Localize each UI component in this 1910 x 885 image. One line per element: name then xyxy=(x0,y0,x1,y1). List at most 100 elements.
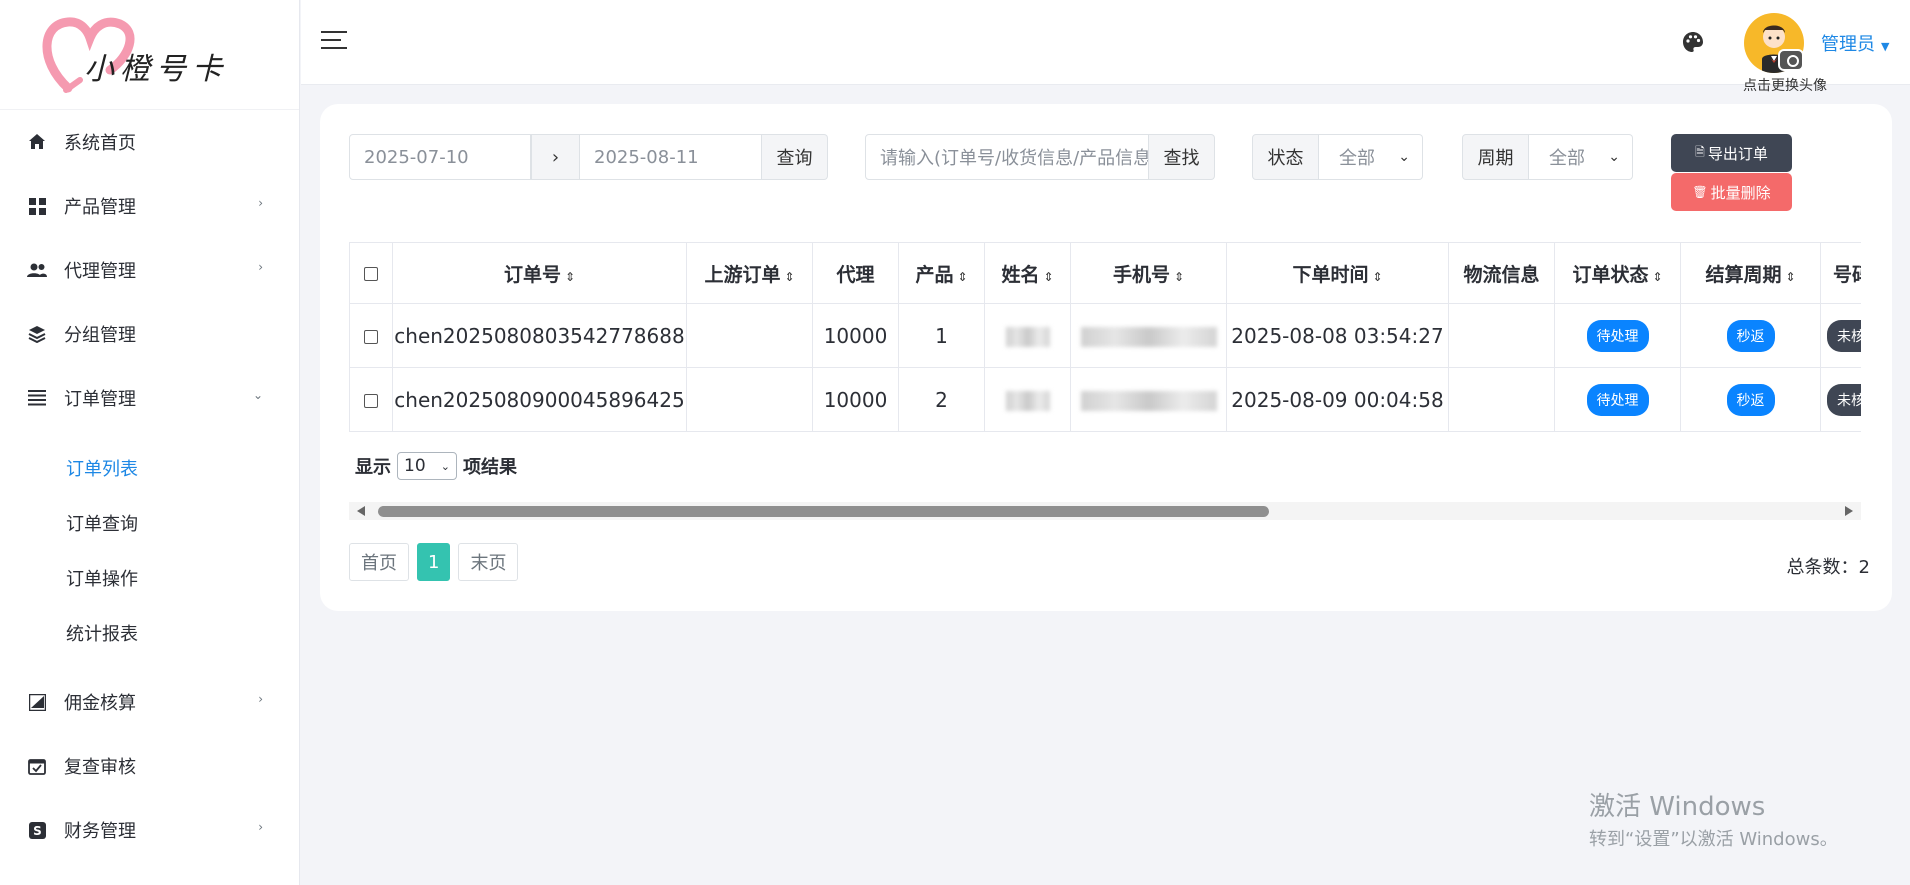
sidebar-subitem-statistics[interactable]: 统计报表 xyxy=(0,605,299,660)
redacted-phone xyxy=(1080,391,1217,411)
status-badge: 待处理 xyxy=(1586,319,1649,352)
date-to-input[interactable]: 2025-08-11 xyxy=(580,134,762,180)
camera-icon[interactable] xyxy=(1778,49,1804,71)
column-header-label: 手机号 xyxy=(1112,263,1170,286)
search-button[interactable]: 查找 xyxy=(1149,134,1215,180)
cycle-badge: 秒返 xyxy=(1726,383,1775,416)
watermark-title: 激活 Windows xyxy=(1589,792,1766,822)
row-checkbox[interactable] xyxy=(364,330,378,344)
column-header-logistics[interactable]: 物流信息 xyxy=(1448,242,1555,304)
logistics-cell xyxy=(1448,303,1555,368)
calendar-check-icon xyxy=(26,755,48,777)
number-badge: 未核实 xyxy=(1827,383,1861,416)
column-header-label: 订单号 xyxy=(503,263,561,286)
sort-icon: ⇕ xyxy=(1652,269,1663,284)
sort-icon: ⇕ xyxy=(1372,269,1383,284)
page-current-button[interactable]: 1 xyxy=(417,543,451,581)
column-header-label: 代理 xyxy=(836,263,875,286)
column-header-phone[interactable]: 手机号 ⇕ xyxy=(1070,242,1227,304)
column-header-number[interactable]: 号码 xyxy=(1820,242,1861,304)
column-header-label: 结算周期 xyxy=(1705,263,1782,286)
sort-icon: ⇕ xyxy=(564,269,576,284)
sidebar: 小橙号卡 系统首页 产品管理 › 代理管理 › 分组管理 订单管理 ⌄ 订单列表… xyxy=(0,0,300,885)
period-select[interactable]: 全部 ⌄ xyxy=(1529,134,1633,180)
show-label: 显示 xyxy=(355,457,391,478)
palette-icon[interactable] xyxy=(1681,30,1705,54)
chevron-right-icon: › xyxy=(258,196,263,210)
horizontal-scrollbar[interactable] xyxy=(349,502,1861,520)
column-header-cycle[interactable]: 结算周期 ⇕ xyxy=(1680,242,1821,304)
svg-text:S: S xyxy=(33,824,42,838)
chevron-down-icon: ⌄ xyxy=(1398,149,1410,165)
sidebar-item-home[interactable]: 系统首页 xyxy=(0,110,299,174)
sidebar-item-commission[interactable]: 佣金核算 › xyxy=(0,670,299,734)
user-name: 管理员 xyxy=(1821,34,1875,55)
column-header-agent[interactable]: 代理 xyxy=(812,242,899,304)
page-length-select[interactable]: 10 ⌄ xyxy=(397,452,457,480)
table-row[interactable]: chen2025080900045896425 10000 2 2025-08-… xyxy=(349,367,1861,432)
sidebar-subitem-order-query[interactable]: 订单查询 xyxy=(0,495,299,550)
export-orders-button[interactable]: 🗎 导出订单 xyxy=(1671,134,1792,172)
avatar-hint[interactable]: 点击更换头像 xyxy=(1743,75,1827,95)
sidebar-item-orders[interactable]: 订单管理 ⌄ xyxy=(0,366,299,430)
total-count: 总条数：2 xyxy=(1786,557,1870,578)
status-badge: 待处理 xyxy=(1586,383,1649,416)
page-last-button[interactable]: 末页 xyxy=(458,543,519,581)
brand-logo[interactable]: 小橙号卡 xyxy=(0,0,299,110)
agent-cell: 10000 xyxy=(812,303,899,368)
row-checkbox[interactable] xyxy=(364,394,378,408)
phone-cell xyxy=(1070,367,1227,432)
dollar-icon: S xyxy=(26,819,48,841)
sidebar-item-products[interactable]: 产品管理 › xyxy=(0,174,299,238)
order-no-cell: chen2025080900045896425 xyxy=(392,367,687,432)
column-header-name[interactable]: 姓名 ⇕ xyxy=(984,242,1071,304)
cycle-cell: 秒返 xyxy=(1680,303,1821,368)
status-select[interactable]: 全部 ⌄ xyxy=(1319,134,1423,180)
sidebar-item-label: 代理管理 xyxy=(64,261,136,282)
list-icon xyxy=(26,387,48,409)
hamburger-icon[interactable] xyxy=(321,31,347,51)
sidebar-item-review[interactable]: 复查审核 xyxy=(0,734,299,798)
orders-table-wrapper: 订单号 ⇕ 上游订单 ⇕ 代理 产品 ⇕ 姓名 ⇕ 手机号 ⇕ 下单时间 ⇕ 物流信息 订单… xyxy=(349,242,1861,437)
redacted-phone xyxy=(1080,327,1217,347)
query-button[interactable]: 查询 xyxy=(762,134,828,180)
table-row[interactable]: chen2025080803542778688 10000 1 2025-08-… xyxy=(349,303,1861,368)
scrollbar-thumb[interactable] xyxy=(378,506,1269,517)
batch-delete-button[interactable]: 🗑 批量删除 xyxy=(1671,173,1792,211)
sidebar-item-agents[interactable]: 代理管理 › xyxy=(0,238,299,302)
user-menu[interactable]: 管理员 ▼ xyxy=(1821,30,1889,56)
search-input[interactable]: 请输入(订单号/收货信息/产品信息 xyxy=(865,134,1149,180)
date-separator: › xyxy=(531,134,580,180)
page-first-button[interactable]: 首页 xyxy=(349,543,409,581)
results-label: 项结果 xyxy=(463,457,517,478)
column-header-label: 订单状态 xyxy=(1572,263,1649,286)
sidebar-item-label: 订单管理 xyxy=(64,389,136,410)
sidebar-item-groups[interactable]: 分组管理 xyxy=(0,302,299,366)
table-header-row: 订单号 ⇕ 上游订单 ⇕ 代理 产品 ⇕ 姓名 ⇕ 手机号 ⇕ 下单时间 ⇕ 物流信息 订单… xyxy=(349,242,1861,304)
status-filter-group: 状态 全部 ⌄ xyxy=(1252,134,1423,180)
column-header-product[interactable]: 产品 ⇕ xyxy=(898,242,985,304)
sidebar-subitem-order-list[interactable]: 订单列表 xyxy=(0,440,299,495)
users-icon xyxy=(26,259,48,281)
cycle-cell: 秒返 xyxy=(1680,367,1821,432)
status-cell: 待处理 xyxy=(1554,367,1681,432)
order-no-cell: chen2025080803542778688 xyxy=(392,303,687,368)
select-all-checkbox[interactable] xyxy=(364,266,378,281)
file-export-icon: 🗎 xyxy=(1695,144,1705,159)
column-header-status[interactable]: 订单状态 ⇕ xyxy=(1554,242,1681,304)
column-header-order-no[interactable]: 订单号 ⇕ xyxy=(392,242,687,304)
sidebar-subitem-order-operate[interactable]: 订单操作 xyxy=(0,550,299,605)
cycle-badge: 秒返 xyxy=(1726,319,1775,352)
column-header-label: 号码 xyxy=(1833,263,1861,286)
sidebar-item-finance[interactable]: S 财务管理 › xyxy=(0,798,299,862)
agent-cell: 10000 xyxy=(812,367,899,432)
date-from-input[interactable]: 2025-07-10 xyxy=(349,134,531,180)
column-header-label: 姓名 xyxy=(1001,263,1040,286)
brand-name: 小橙号卡 xyxy=(84,52,228,87)
scroll-right-arrow-icon[interactable] xyxy=(1845,506,1853,516)
column-header-order-time[interactable]: 下单时间 ⇕ xyxy=(1226,242,1449,304)
scroll-left-arrow-icon[interactable] xyxy=(357,506,365,516)
page-length-control: 显示 10 ⌄ 项结果 xyxy=(355,452,517,480)
column-header-upstream[interactable]: 上游订单 ⇕ xyxy=(686,242,813,304)
layers-icon xyxy=(26,323,48,345)
